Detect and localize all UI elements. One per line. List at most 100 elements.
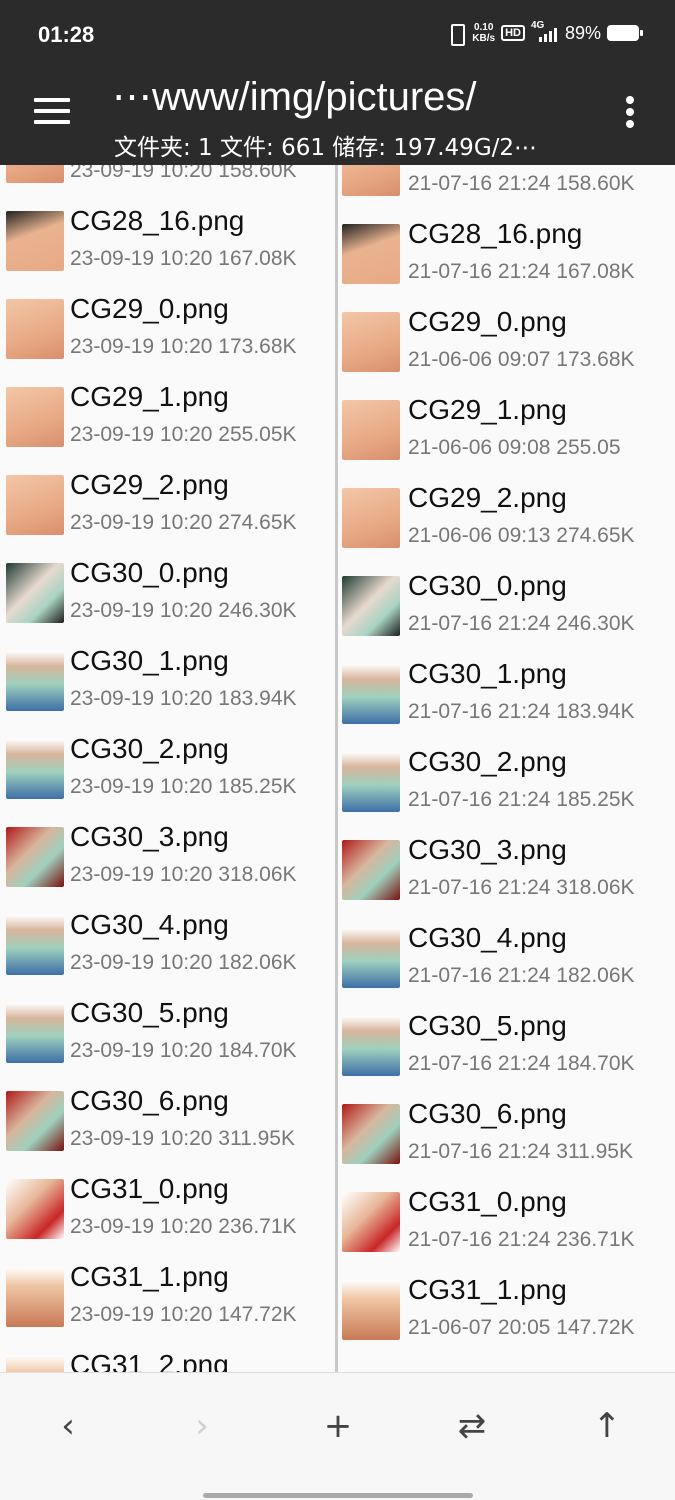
file-meta: 23-09-19 10:20 318.06K xyxy=(70,863,297,886)
file-meta: 23-09-19 10:20 184.70K xyxy=(70,1039,297,1062)
file-thumbnail xyxy=(6,827,64,887)
chevron-left-icon[interactable]: ‹ xyxy=(38,1401,98,1451)
list-item[interactable]: CG30_0.png 23-09-19 10:20 246.30K xyxy=(0,549,335,637)
file-thumbnail xyxy=(342,488,400,548)
right-file-pane[interactable]: 21-07-16 21:24 158.60K CG28_16.png 21-07-… xyxy=(338,165,675,1372)
file-name: CG30_6.png xyxy=(408,1098,567,1129)
list-item[interactable]: CG30_4.png 21-07-16 21:24 182.06K xyxy=(338,914,675,1002)
status-icons: 0.10 KB/s HD 4G 89% xyxy=(446,20,643,46)
file-thumbnail xyxy=(6,1091,64,1151)
list-item[interactable]: CG31_0.png 21-07-16 21:24 236.71K xyxy=(338,1178,675,1266)
file-thumbnail xyxy=(342,1104,400,1164)
file-thumbnail xyxy=(342,224,400,284)
file-meta: 21-07-16 21:24 311.95K xyxy=(408,1140,633,1163)
app-header: 01:28 0.10 KB/s HD 4G 89% ⋯www/img/pictu… xyxy=(0,0,675,165)
file-name: CG31_1.png xyxy=(70,1261,229,1292)
file-meta: 21-07-16 21:24 246.30K xyxy=(408,612,635,635)
hd-icon: HD xyxy=(501,25,525,41)
file-meta: 23-09-19 10:20 182.06K xyxy=(70,951,297,974)
file-name: CG31_0.png xyxy=(70,1173,229,1204)
arrow-up-icon[interactable]: ↑ xyxy=(577,1401,637,1451)
file-thumbnail xyxy=(342,165,400,196)
file-meta: 21-06-06 09:13 274.65K xyxy=(408,524,635,547)
list-item[interactable]: CG30_4.png 23-09-19 10:20 182.06K xyxy=(0,901,335,989)
menu-icon[interactable] xyxy=(34,98,70,126)
file-thumbnail xyxy=(6,651,64,711)
list-item[interactable]: CG30_3.png 21-07-16 21:24 318.06K xyxy=(338,826,675,914)
file-thumbnail xyxy=(342,1192,400,1252)
file-meta: 23-09-19 10:20 255.05K xyxy=(70,423,297,446)
file-meta: 21-07-16 21:24 183.94K xyxy=(408,700,635,723)
file-name: CG31_0.png xyxy=(408,1186,567,1217)
list-item[interactable]: CG31_0.png 23-09-19 10:20 236.71K xyxy=(0,1165,335,1253)
list-item[interactable]: CG30_1.png 23-09-19 10:20 183.94K xyxy=(0,637,335,725)
file-thumbnail xyxy=(342,928,400,988)
file-thumbnail xyxy=(342,840,400,900)
file-name: CG30_3.png xyxy=(408,834,567,865)
list-item[interactable]: CG30_2.png 21-07-16 21:24 185.25K xyxy=(338,738,675,826)
file-thumbnail xyxy=(6,563,64,623)
list-item[interactable]: CG29_1.png 21-06-06 09:08 255.05 xyxy=(338,386,675,474)
list-item[interactable]: CG30_5.png 23-09-19 10:20 184.70K xyxy=(0,989,335,1077)
file-thumbnail xyxy=(6,915,64,975)
file-thumbnail xyxy=(6,475,64,535)
file-meta: 21-07-16 21:24 236.71K xyxy=(408,1228,635,1251)
file-meta: 21-07-16 21:24 318.06K xyxy=(408,876,635,899)
list-item[interactable]: CG29_0.png 23-09-19 10:20 173.68K xyxy=(0,285,335,373)
file-name: CG29_2.png xyxy=(70,469,229,500)
file-name: CG30_6.png xyxy=(70,1085,229,1116)
status-bar: 01:28 0.10 KB/s HD 4G 89% xyxy=(0,0,675,72)
vibrate-icon xyxy=(446,22,466,46)
list-item[interactable]: CG28_16.png 23-09-19 10:20 167.08K xyxy=(0,197,335,285)
file-thumbnail xyxy=(6,1267,64,1327)
file-name: CG30_5.png xyxy=(70,997,229,1028)
list-item-partial[interactable]: 23-09-19 10:20 158.60K xyxy=(0,165,335,197)
list-item[interactable]: CG29_2.png 23-09-19 10:20 274.65K xyxy=(0,461,335,549)
swap-arrows-icon[interactable]: ⇄ xyxy=(442,1401,502,1451)
list-item[interactable]: CG31_1.png 21-06-07 20:05 147.72K xyxy=(338,1266,675,1354)
file-thumbnail xyxy=(6,739,64,799)
list-item[interactable]: CG28_16.png 21-07-16 21:24 167.08K xyxy=(338,210,675,298)
file-thumbnail xyxy=(342,1016,400,1076)
file-meta: 23-09-19 10:20 173.68K xyxy=(70,335,297,358)
network-speed-unit: KB/s xyxy=(472,33,496,44)
list-item-partial[interactable]: 21-07-16 21:24 158.60K xyxy=(338,165,675,210)
file-meta: 23-09-19 10:20 236.71K xyxy=(70,1215,297,1238)
list-item[interactable]: CG30_3.png 23-09-19 10:20 318.06K xyxy=(0,813,335,901)
file-thumbnail xyxy=(6,165,64,183)
current-path[interactable]: ⋯www/img/pictures/ xyxy=(112,74,477,120)
file-thumbnail xyxy=(342,312,400,372)
file-name: CG30_0.png xyxy=(408,570,567,601)
file-thumbnail xyxy=(6,299,64,359)
bottom-toolbar: ‹ › + ⇄ ↑ xyxy=(0,1372,675,1500)
list-item[interactable]: CG31_1.png 23-09-19 10:20 147.72K xyxy=(0,1253,335,1341)
file-thumbnail xyxy=(342,576,400,636)
left-file-pane[interactable]: 23-09-19 10:20 158.60K CG28_16.png 23-09-… xyxy=(0,165,335,1372)
plus-icon[interactable]: + xyxy=(308,1401,368,1451)
file-name: CG30_3.png xyxy=(70,821,229,852)
file-thumbnail xyxy=(6,1179,64,1239)
list-item[interactable]: CG30_5.png 21-07-16 21:24 184.70K xyxy=(338,1002,675,1090)
file-meta: 23-09-19 10:20 185.25K xyxy=(70,775,297,798)
network-speed: 0.10 KB/s xyxy=(472,22,495,44)
file-name: CG28_16.png xyxy=(408,218,583,249)
more-options-icon[interactable] xyxy=(623,96,637,130)
list-item[interactable]: CG31_2.png xyxy=(0,1341,335,1372)
chevron-right-icon[interactable]: › xyxy=(172,1401,232,1451)
list-item[interactable]: CG30_6.png 21-07-16 21:24 311.95K xyxy=(338,1090,675,1178)
file-meta: 21-07-16 21:24 184.70K xyxy=(408,1052,635,1075)
file-name: CG29_1.png xyxy=(70,381,229,412)
signal-icon: 4G xyxy=(531,20,559,44)
battery-icon xyxy=(607,25,643,41)
file-name: CG30_2.png xyxy=(408,746,567,777)
file-meta: 23-09-19 10:20 167.08K xyxy=(70,247,297,270)
list-item[interactable]: CG30_1.png 21-07-16 21:24 183.94K xyxy=(338,650,675,738)
list-item[interactable]: CG30_0.png 21-07-16 21:24 246.30K xyxy=(338,562,675,650)
list-item[interactable]: CG30_2.png 23-09-19 10:20 185.25K xyxy=(0,725,335,813)
list-item[interactable]: CG29_1.png 23-09-19 10:20 255.05K xyxy=(0,373,335,461)
file-name: CG29_1.png xyxy=(408,394,567,425)
list-item[interactable]: CG29_2.png 21-06-06 09:13 274.65K xyxy=(338,474,675,562)
file-name: CG29_0.png xyxy=(70,293,229,324)
list-item[interactable]: CG30_6.png 23-09-19 10:20 311.95K xyxy=(0,1077,335,1165)
list-item[interactable]: CG29_0.png 21-06-06 09:07 173.68K xyxy=(338,298,675,386)
